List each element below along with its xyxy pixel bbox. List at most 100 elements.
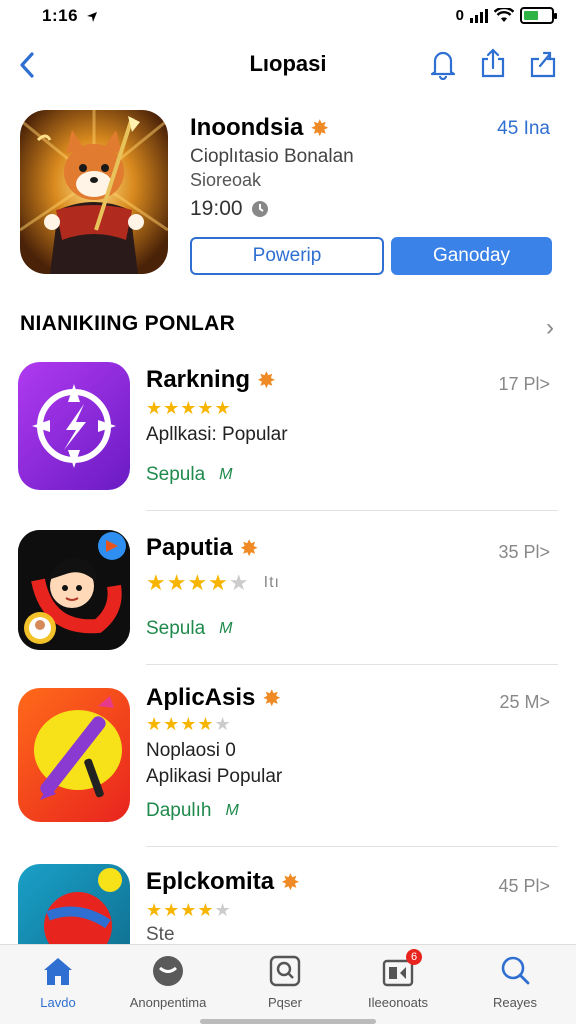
chevron-right-icon: › bbox=[546, 314, 554, 341]
status-time: 1:16 bbox=[42, 6, 98, 26]
app-icon bbox=[18, 362, 130, 490]
tab-label: Anonpentima bbox=[129, 995, 207, 1010]
featured-app-time-text: 19:00 bbox=[190, 197, 243, 220]
tab-games[interactable]: Anonpentima bbox=[113, 953, 223, 1010]
secondary-action-button[interactable]: Powerip bbox=[190, 237, 384, 275]
status-bar: 1:16 0 bbox=[0, 0, 576, 34]
featured-app-name[interactable]: Inoondsia ✸ bbox=[190, 114, 328, 142]
app-icon bbox=[18, 864, 130, 944]
tab-search[interactable]: Reayes bbox=[460, 953, 570, 1010]
app-size: 35 Pl> bbox=[498, 542, 550, 562]
star-rating: ★★★★★ bbox=[146, 714, 232, 734]
tab-home[interactable]: Lavdo bbox=[3, 953, 113, 1010]
share-button[interactable] bbox=[478, 46, 508, 80]
tab-updates[interactable]: 6 Ileeonoats bbox=[343, 949, 453, 1010]
location-arrow-icon bbox=[87, 11, 98, 22]
tab-apps[interactable]: Pqser bbox=[230, 953, 340, 1010]
app-name-text: AplicAsis bbox=[146, 684, 256, 711]
app-icon bbox=[18, 530, 130, 650]
cartoon-girl-icon bbox=[18, 530, 130, 650]
app-tag-text: Sepula bbox=[146, 618, 206, 639]
brush-icon bbox=[34, 696, 122, 800]
featured-app-developer: Sioreoak bbox=[190, 170, 262, 190]
app-description-secondary: Aplikasi Popular bbox=[146, 766, 283, 787]
globe-icon bbox=[44, 868, 122, 944]
download-button[interactable]: Ganoday bbox=[391, 237, 552, 275]
app-description: Noplaosi 0 bbox=[146, 740, 236, 761]
nav-bar: Lıopasi bbox=[0, 40, 576, 90]
updates-badge: 6 bbox=[406, 949, 422, 965]
app-tag: Sepula M bbox=[146, 464, 233, 486]
list-item[interactable]: Eplckomita ✸ 45 Pl> ★★★★ ★ Ste bbox=[0, 864, 576, 944]
editor-badge-icon: ✸ bbox=[311, 117, 329, 140]
editor-badge-icon: ✸ bbox=[240, 537, 258, 560]
app-tag-text: Dapulıh bbox=[146, 800, 212, 821]
app-description: Ste bbox=[146, 924, 175, 944]
apps-icon bbox=[267, 953, 303, 989]
bell-button[interactable] bbox=[428, 46, 458, 81]
star-rating: ★★★★ ★ Itı bbox=[146, 570, 280, 595]
games-icon bbox=[150, 953, 186, 989]
app-name-text: Rarkning bbox=[146, 366, 251, 393]
nav-actions bbox=[428, 46, 558, 81]
home-indicator bbox=[200, 1019, 376, 1024]
featured-app: Inoondsia ✸ 45 Ina Cioplıtasio Bonalan S… bbox=[0, 108, 576, 288]
app-description: Apllkasi: Popular bbox=[146, 424, 288, 445]
battery-icon bbox=[520, 7, 557, 24]
editor-badge-icon: ✸ bbox=[258, 369, 275, 392]
editor-badge-icon: ✸ bbox=[263, 687, 281, 710]
section-title: NIANIKIING PONLAR bbox=[20, 312, 236, 335]
fox-warrior-icon bbox=[20, 110, 168, 274]
row-divider bbox=[146, 846, 558, 847]
app-tag: Sepula M bbox=[146, 618, 233, 640]
featured-app-name-text: Inoondsia bbox=[190, 114, 304, 141]
app-name: Eplckomita ✸ bbox=[146, 868, 299, 896]
app-name-text: Eplckomita bbox=[146, 868, 275, 895]
app-icon bbox=[18, 688, 130, 822]
clock-icon bbox=[251, 201, 268, 217]
updates-icon: 6 bbox=[380, 949, 422, 989]
app-name: Rarkning ✸ bbox=[146, 366, 275, 394]
app-size: 25 M> bbox=[499, 692, 550, 712]
tab-label: Reayes bbox=[492, 995, 538, 1010]
status-right: 0 bbox=[455, 7, 557, 24]
list-item[interactable]: Rarkning ✸ 17 Pl> ★★★★★ Apllkasi: Popula… bbox=[0, 362, 576, 512]
tab-label: Pqser bbox=[268, 995, 302, 1010]
tab-label: Lavdo bbox=[40, 995, 76, 1010]
list-item[interactable]: Paputia ✸ 35 Pl> ★★★★ ★ Itı Sepula M bbox=[0, 530, 576, 665]
compass-lightning-icon bbox=[32, 384, 116, 468]
app-name-text: Paputia bbox=[146, 534, 233, 561]
star-rating: ★★★★★ bbox=[146, 900, 232, 920]
featured-app-icon[interactable] bbox=[20, 110, 168, 274]
signal-icon bbox=[470, 8, 488, 23]
section-header[interactable]: NIANIKIING PONLAR › bbox=[20, 312, 556, 344]
export-button[interactable] bbox=[528, 46, 558, 80]
tag-check-icon: M bbox=[219, 620, 233, 637]
app-size: 17 Pl> bbox=[498, 374, 550, 394]
rating-count: Itı bbox=[263, 574, 280, 591]
battery-percent-text: 0 bbox=[455, 7, 464, 24]
featured-app-time: 19:00 bbox=[190, 197, 269, 221]
search-icon bbox=[497, 953, 533, 989]
star-rating: ★★★★★ bbox=[146, 398, 232, 418]
bell-icon bbox=[430, 51, 456, 81]
share-icon bbox=[481, 48, 505, 78]
row-divider bbox=[146, 664, 558, 665]
tag-check-icon: M bbox=[219, 466, 233, 483]
export-icon bbox=[530, 51, 556, 78]
app-tag-text: Sepula bbox=[146, 464, 206, 485]
app-tag: Dapulıh M bbox=[146, 800, 239, 822]
status-time-text: 1:16 bbox=[42, 6, 79, 25]
app-name: Paputia ✸ bbox=[146, 534, 257, 562]
home-icon bbox=[40, 953, 76, 989]
wifi-icon bbox=[494, 8, 514, 22]
featured-app-size: 45 Ina bbox=[497, 118, 550, 139]
app-name: AplicAsis ✸ bbox=[146, 684, 280, 712]
tab-bar: Lavdo Anonpentima Pqser 6 Ileeonoats Rea… bbox=[0, 944, 576, 1024]
tag-check-icon: M bbox=[225, 802, 239, 819]
featured-app-subtitle: Cioplıtasio Bonalan bbox=[190, 146, 354, 167]
list-item[interactable]: AplicAsis ✸ 25 M> ★★★★ ★ Noplaosi 0 Aplik… bbox=[0, 684, 576, 848]
tab-label: Ileeonoats bbox=[368, 995, 428, 1010]
editor-badge-icon: ✸ bbox=[282, 871, 299, 894]
app-size: 45 Pl> bbox=[498, 876, 550, 896]
